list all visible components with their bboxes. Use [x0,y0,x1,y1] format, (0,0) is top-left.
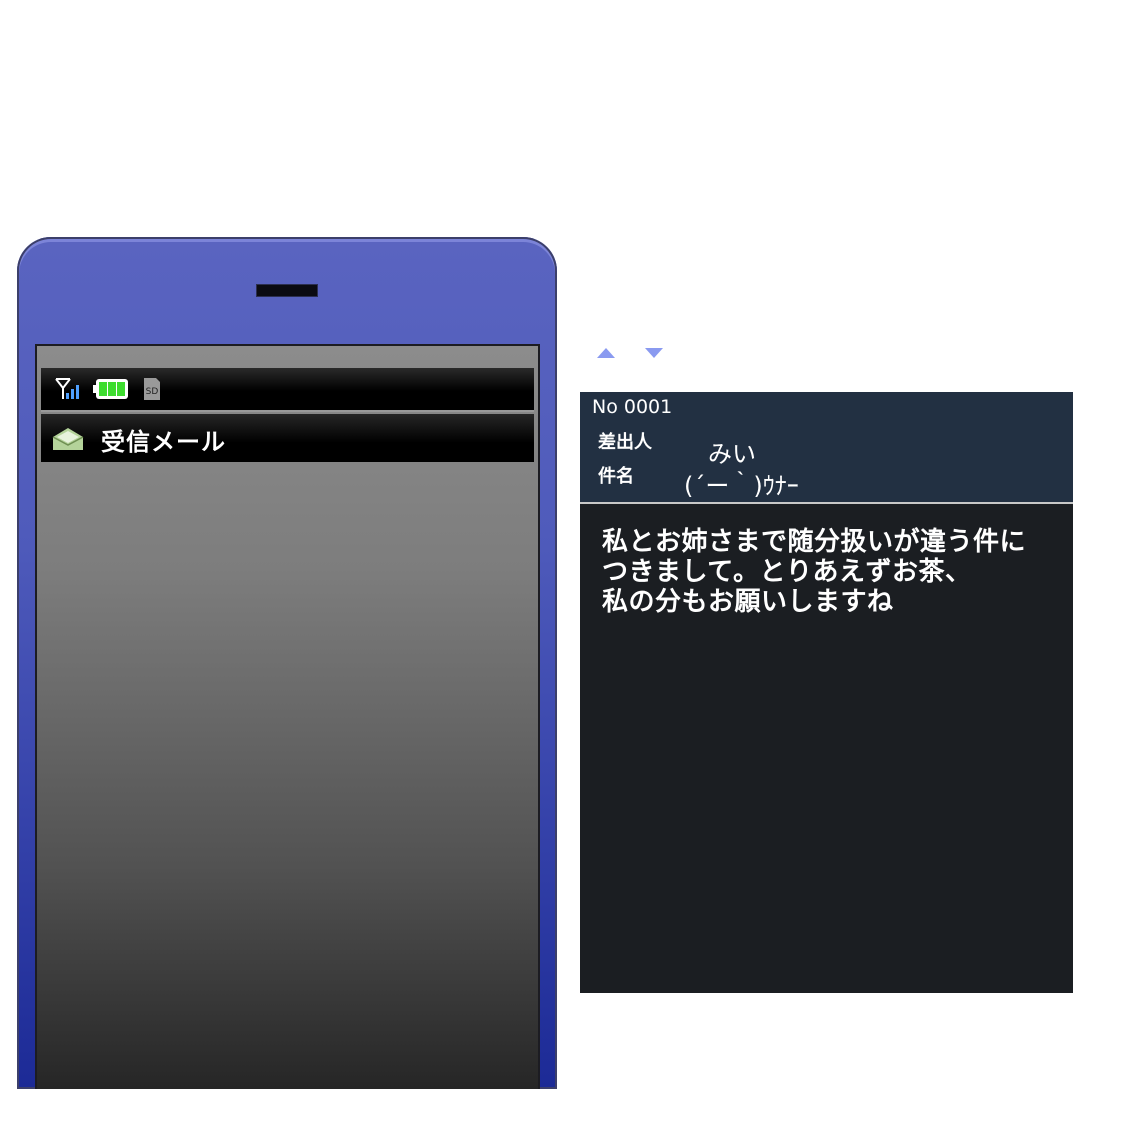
sd-card-icon: SD [143,377,161,405]
phone-speaker [256,284,318,297]
mail-view: No 0001 差出人 みい 件名 (´ー｀)ｳﾅｰ 私とお姉さまで随分扱いが違… [580,392,1073,993]
mail-body: 私とお姉さまで随分扱いが違う件に つきまして。とりあえずお茶、 私の分もお願いし… [602,527,1027,617]
signal-antenna-icon [53,376,83,406]
subject-value: (´ー｀)ｳﾅｰ [684,472,799,500]
screen-title: 受信メール [101,428,226,456]
mail-number: No 0001 [592,396,673,418]
status-bar: SD [41,368,534,412]
battery-full-icon [93,378,131,404]
sd-label: SD [146,387,159,397]
subject-label: 件名 [598,466,634,487]
screen-header: 受信メール [41,414,534,462]
phone-screen: SD 受信メール [35,344,540,1089]
phone-frame: SD 受信メール [17,237,557,1089]
from-value: みい [708,440,756,468]
scroll-up-arrow-icon[interactable] [596,344,616,363]
opened-mail-icon [51,425,85,455]
mail-header: No 0001 差出人 みい 件名 (´ー｀)ｳﾅｰ [580,392,1073,504]
from-label: 差出人 [598,432,652,453]
scroll-down-arrow-icon[interactable] [644,344,664,363]
